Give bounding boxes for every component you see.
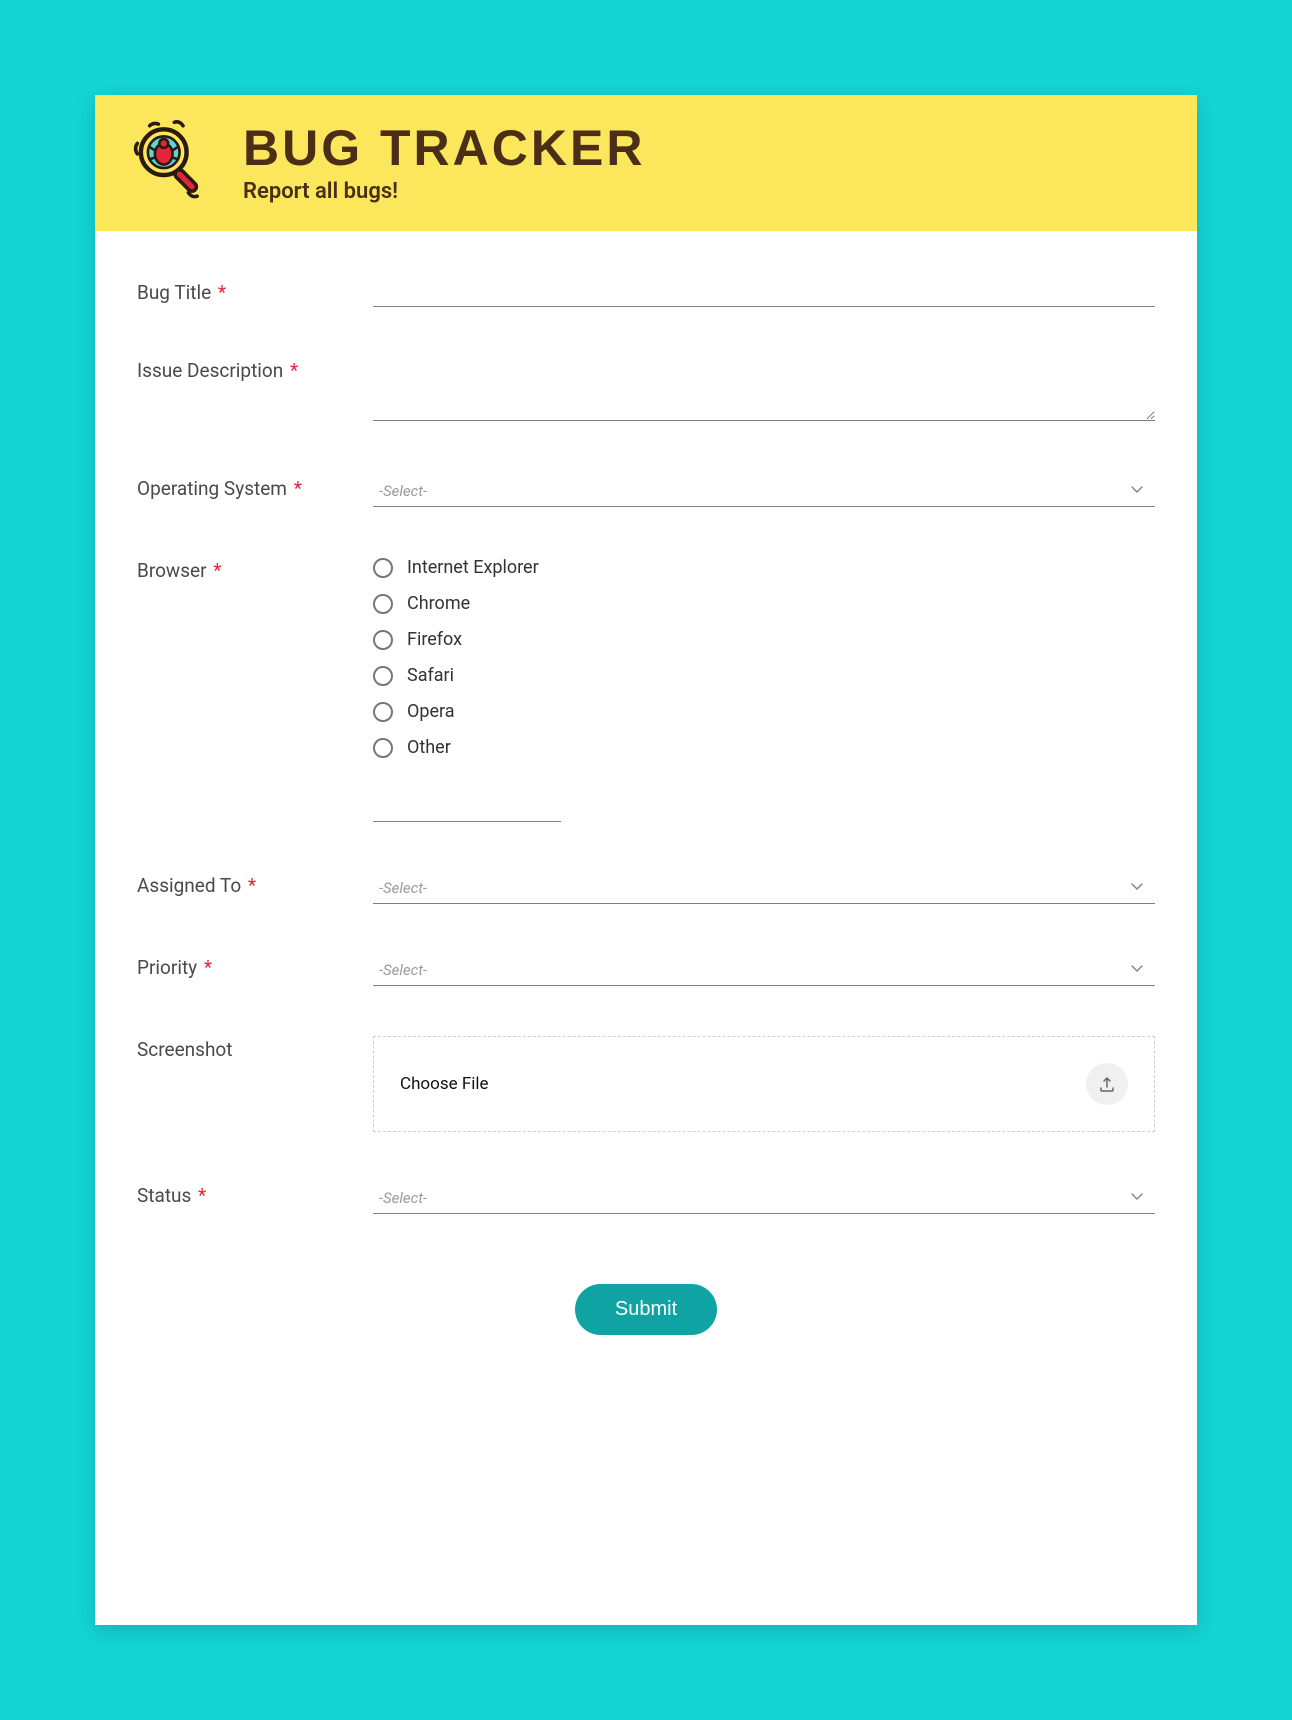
submit-button[interactable]: Submit xyxy=(575,1284,717,1335)
radio-label: Internet Explorer xyxy=(407,557,539,578)
label-operating-system: Operating System * xyxy=(137,475,373,500)
field-row-assigned-to: Assigned To * -Select- xyxy=(137,872,1155,904)
assigned-to-select[interactable]: -Select- xyxy=(373,872,1155,904)
chevron-down-icon xyxy=(1129,960,1145,980)
issue-description-input[interactable] xyxy=(373,357,1155,421)
operating-system-select[interactable]: -Select- xyxy=(373,475,1155,507)
file-upload-box[interactable]: Choose File xyxy=(373,1036,1155,1132)
radio-label: Opera xyxy=(407,701,455,722)
browser-option-chrome[interactable]: Chrome xyxy=(373,593,1155,614)
select-placeholder: -Select- xyxy=(373,482,427,500)
radio-icon xyxy=(373,630,393,650)
field-row-operating-system: Operating System * -Select- xyxy=(137,475,1155,507)
browser-option-other[interactable]: Other xyxy=(373,737,1155,758)
label-text: Assigned To xyxy=(137,874,241,897)
label-assigned-to: Assigned To * xyxy=(137,872,373,897)
field-row-priority: Priority * -Select- xyxy=(137,954,1155,986)
label-text: Browser xyxy=(137,559,207,582)
label-text: Priority xyxy=(137,956,197,979)
label-text: Bug Title xyxy=(137,281,211,304)
field-row-bug-title: Bug Title * xyxy=(137,279,1155,307)
chevron-down-icon xyxy=(1129,1188,1145,1208)
required-mark: * xyxy=(294,477,302,500)
label-text: Issue Description xyxy=(137,359,283,382)
radio-icon xyxy=(373,594,393,614)
page-subtitle: Report all bugs! xyxy=(243,179,645,204)
page-title: BUG TRACKER xyxy=(243,123,645,173)
label-status: Status * xyxy=(137,1182,373,1207)
radio-icon xyxy=(373,558,393,578)
form-card: BUG TRACKER Report all bugs! Bug Title *… xyxy=(95,95,1197,1625)
label-text: Operating System xyxy=(137,477,287,500)
select-placeholder: -Select- xyxy=(373,961,427,979)
label-bug-title: Bug Title * xyxy=(137,279,373,304)
radio-icon xyxy=(373,702,393,722)
required-mark: * xyxy=(204,956,212,979)
chevron-down-icon xyxy=(1129,481,1145,501)
radio-label: Safari xyxy=(407,665,454,686)
required-mark: * xyxy=(218,281,226,304)
bug-form: Bug Title * Issue Description * Operatin… xyxy=(95,231,1197,1395)
header-text: BUG TRACKER Report all bugs! xyxy=(243,123,645,204)
field-row-issue-description: Issue Description * xyxy=(137,357,1155,425)
browser-other-input[interactable] xyxy=(373,796,561,822)
radio-label: Other xyxy=(407,737,451,758)
browser-option-opera[interactable]: Opera xyxy=(373,701,1155,722)
radio-label: Chrome xyxy=(407,593,470,614)
select-placeholder: -Select- xyxy=(373,1189,427,1207)
browser-radio-group: Internet Explorer Chrome Firefox Safari xyxy=(373,557,1155,758)
radio-label: Firefox xyxy=(407,629,462,650)
label-screenshot: Screenshot xyxy=(137,1036,373,1061)
browser-option-safari[interactable]: Safari xyxy=(373,665,1155,686)
submit-row: Submit xyxy=(137,1284,1155,1335)
priority-select[interactable]: -Select- xyxy=(373,954,1155,986)
browser-option-ie[interactable]: Internet Explorer xyxy=(373,557,1155,578)
choose-file-label: Choose File xyxy=(400,1074,489,1094)
radio-icon xyxy=(373,666,393,686)
chevron-down-icon xyxy=(1129,878,1145,898)
label-priority: Priority * xyxy=(137,954,373,979)
required-mark: * xyxy=(198,1184,206,1207)
required-mark: * xyxy=(248,874,256,897)
radio-icon xyxy=(373,738,393,758)
field-row-browser: Browser * Internet Explorer Chrome Fire xyxy=(137,557,1155,822)
label-issue-description: Issue Description * xyxy=(137,357,373,382)
select-placeholder: -Select- xyxy=(373,879,427,897)
required-mark: * xyxy=(213,559,221,582)
bug-title-input[interactable] xyxy=(373,279,1155,307)
field-row-screenshot: Screenshot Choose File xyxy=(137,1036,1155,1132)
field-row-status: Status * -Select- xyxy=(137,1182,1155,1214)
browser-option-firefox[interactable]: Firefox xyxy=(373,629,1155,650)
label-text: Status xyxy=(137,1184,191,1207)
status-select[interactable]: -Select- xyxy=(373,1182,1155,1214)
label-text: Screenshot xyxy=(137,1038,232,1061)
required-mark: * xyxy=(290,359,298,382)
upload-icon xyxy=(1086,1063,1128,1105)
form-header: BUG TRACKER Report all bugs! xyxy=(95,95,1197,231)
bug-magnifier-icon xyxy=(125,117,213,209)
label-browser: Browser * xyxy=(137,557,373,582)
